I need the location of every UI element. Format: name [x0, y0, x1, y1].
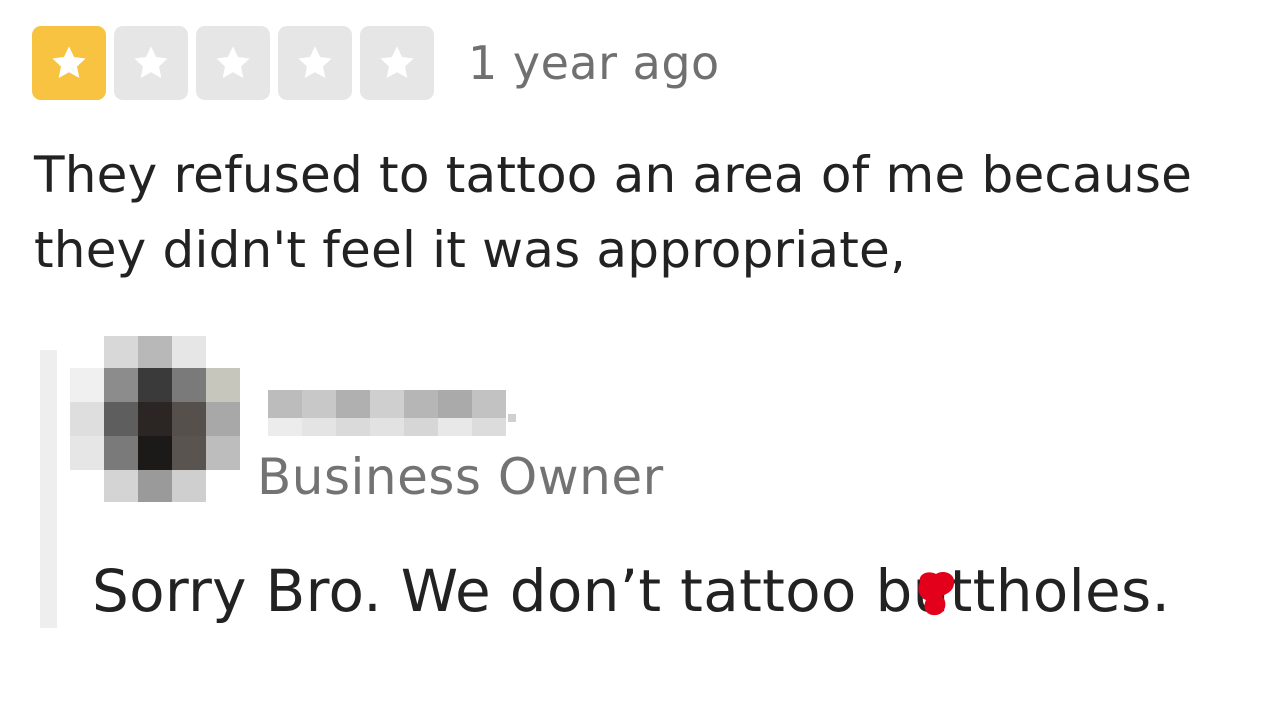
- star-empty-5: [360, 26, 434, 100]
- owner-reply-text: Sorry Bro. We don’t tattoo bu ttholes.: [92, 562, 1170, 620]
- review-card: 1 year ago They refused to tattoo an are…: [0, 0, 1280, 720]
- star-icon: [380, 46, 414, 79]
- business-owner-label: Business Owner: [257, 448, 664, 506]
- star-empty-2: [114, 26, 188, 100]
- censor-scribble: [917, 572, 954, 616]
- avatar: [70, 336, 240, 502]
- star-icon: [52, 46, 86, 79]
- reply-quote-bar: [40, 350, 57, 628]
- censored-letter: u: [913, 562, 954, 620]
- star-empty-4: [278, 26, 352, 100]
- review-body: They refused to tattoo an area of me bec…: [34, 138, 1264, 288]
- star-icon: [298, 46, 332, 79]
- pixelated-name: [268, 370, 538, 440]
- reply-text-after: ttholes.: [949, 557, 1171, 625]
- reply-text-before: Sorry Bro. We don’t tattoo b: [92, 557, 913, 625]
- review-text-line-1: They refused to tattoo an area of me bec…: [34, 146, 1193, 204]
- owner-reply: Business Owner Sorry Bro. We don’t tatto…: [40, 336, 1260, 630]
- review-text-line-2: they didn't feel it was appropriate,: [34, 221, 907, 279]
- star-icon: [216, 46, 250, 79]
- star-filled-1: [32, 26, 106, 100]
- star-empty-3: [196, 26, 270, 100]
- star-icon: [134, 46, 168, 79]
- review-timestamp: 1 year ago: [468, 36, 720, 90]
- rating-row: 1 year ago: [32, 26, 720, 100]
